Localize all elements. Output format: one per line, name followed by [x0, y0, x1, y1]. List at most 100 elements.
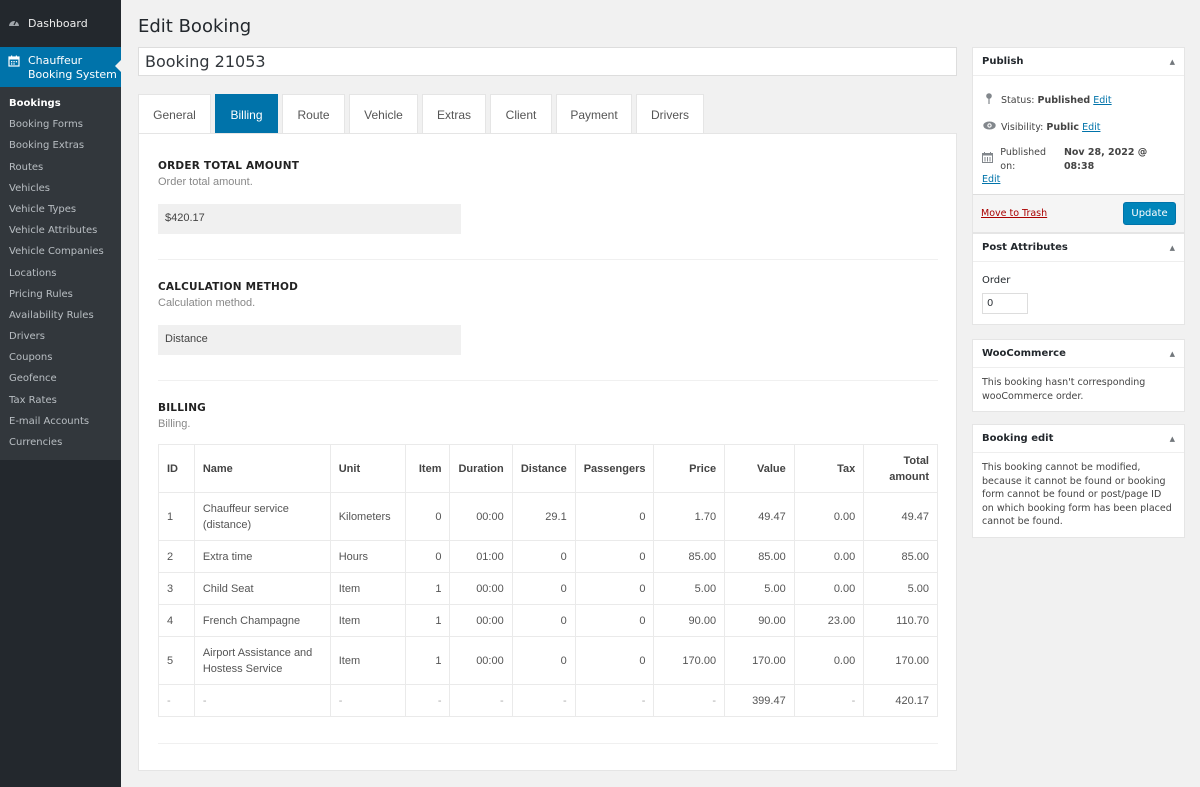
submenu-item-vehicle-attributes[interactable]: Vehicle Attributes [0, 220, 121, 241]
table-row: 1 Chauffeur service (distance) Kilometers 0… [158, 492, 938, 541]
status-value: Published [1037, 95, 1091, 106]
tab-vehicle[interactable]: Vehicle [349, 94, 418, 134]
sidebar-item-chauffeur-booking-system[interactable]: Chauffeur Booking System [0, 47, 121, 87]
cell-name: Chauffeur service (distance) [193, 492, 331, 541]
edit-status-link[interactable]: Edit [1093, 94, 1111, 108]
collapse-toggle-icon[interactable]: ▲ [1170, 244, 1175, 252]
cell-item: 0 [404, 492, 451, 541]
tab-billing[interactable]: Billing [215, 94, 278, 134]
cell-tax: 0.00 [793, 636, 865, 685]
submenu-item-currencies[interactable]: Currencies [0, 432, 121, 453]
cell-duration: 00:00 [449, 604, 513, 637]
order-total-value: $420.17 [158, 204, 461, 234]
status-row: Status: Published Edit [982, 93, 1175, 109]
calendar-icon [8, 55, 20, 67]
col-price: Price [653, 444, 726, 493]
col-passengers: Passengers [574, 444, 655, 493]
summary-cell-passengers: - [574, 684, 655, 717]
plugin-submenu: Bookings Booking Forms Booking Extras Ro… [0, 87, 121, 461]
edit-date-link[interactable]: Edit [982, 174, 1000, 185]
box-header[interactable]: Booking edit ▲ [973, 425, 1184, 453]
cell-id: 1 [158, 492, 195, 541]
move-to-trash-link[interactable]: Move to Trash [981, 208, 1047, 219]
post-title-input[interactable] [138, 47, 957, 76]
submenu-item-booking-forms[interactable]: Booking Forms [0, 114, 121, 135]
cell-distance: 0 [511, 604, 576, 637]
cell-total-amount: 85.00 [863, 540, 938, 573]
cell-name: Airport Assistance and Hostess Service [193, 636, 331, 685]
cell-total-amount: 5.00 [863, 572, 938, 605]
col-distance: Distance [511, 444, 576, 493]
col-id: ID [158, 444, 195, 493]
cell-passengers: 0 [574, 572, 655, 605]
submenu-item-vehicle-companies[interactable]: Vehicle Companies [0, 241, 121, 262]
submenu-item-locations[interactable]: Locations [0, 263, 121, 284]
box-title: Post Attributes [982, 242, 1068, 253]
calculation-method-section: CALCULATION METHOD Calculation method. D… [158, 281, 938, 355]
section-divider [158, 380, 938, 381]
box-header[interactable]: Publish ▲ [973, 48, 1184, 76]
col-item: Item [404, 444, 451, 493]
cell-id: 4 [158, 604, 195, 637]
cell-distance: 0 [511, 636, 576, 685]
eye-icon [982, 121, 996, 135]
edit-visibility-link[interactable]: Edit [1082, 121, 1100, 135]
publish-actions: Move to Trash Update [973, 193, 1184, 232]
col-duration: Duration [449, 444, 513, 493]
tab-route[interactable]: Route [282, 94, 345, 134]
pin-icon [982, 93, 996, 109]
submenu-item-routes[interactable]: Routes [0, 157, 121, 178]
cell-tax: 0.00 [793, 572, 865, 605]
collapse-toggle-icon[interactable]: ▲ [1170, 58, 1175, 66]
submenu-item-tax-rates[interactable]: Tax Rates [0, 390, 121, 411]
tab-extras[interactable]: Extras [422, 94, 486, 134]
submenu-item-pricing-rules[interactable]: Pricing Rules [0, 284, 121, 305]
box-title: Booking edit [982, 433, 1054, 444]
submenu-item-drivers[interactable]: Drivers [0, 326, 121, 347]
booking-tabs: General Billing Route Vehicle Extras Cli… [138, 94, 704, 134]
cell-total-amount: 170.00 [863, 636, 938, 685]
col-tax: Tax [793, 444, 865, 493]
box-header[interactable]: WooCommerce ▲ [973, 340, 1184, 368]
collapse-toggle-icon[interactable]: ▲ [1170, 435, 1175, 443]
cell-value: 90.00 [724, 604, 795, 637]
cell-price: 5.00 [653, 572, 726, 605]
submenu-item-vehicles[interactable]: Vehicles [0, 178, 121, 199]
calendar-icon [982, 151, 995, 168]
cell-price: 1.70 [653, 492, 726, 541]
summary-cell-total-amount: 420.17 [863, 684, 938, 717]
calculation-method-value: Distance [158, 325, 461, 355]
cell-price: 90.00 [653, 604, 726, 637]
section-description: Billing. [158, 418, 191, 430]
submenu-item-availability-rules[interactable]: Availability Rules [0, 305, 121, 326]
cell-id: 2 [158, 540, 195, 573]
post-attributes-body: Order [973, 262, 1184, 324]
submenu-item-vehicle-types[interactable]: Vehicle Types [0, 199, 121, 220]
billing-panel: ORDER TOTAL AMOUNT Order total amount. $… [138, 133, 957, 771]
collapse-toggle-icon[interactable]: ▲ [1170, 350, 1175, 358]
submenu-item-coupons[interactable]: Coupons [0, 347, 121, 368]
section-description: Order total amount. [158, 176, 253, 188]
cell-id: 5 [158, 636, 195, 685]
order-input[interactable] [982, 292, 1028, 314]
tab-drivers[interactable]: Drivers [636, 94, 704, 134]
update-button[interactable]: Update [1123, 201, 1176, 225]
sidebar-item-dashboard[interactable]: Dashboard [0, 12, 121, 34]
woocommerce-message: This booking hasn't corresponding wooCom… [982, 377, 1146, 402]
submenu-item-geofence[interactable]: Geofence [0, 368, 121, 389]
cell-name: Child Seat [193, 572, 331, 605]
cell-passengers: 0 [574, 604, 655, 637]
table-header-row: ID Name Unit Item Duration Distance Pass… [158, 444, 938, 493]
plugin-label-line2: Booking System [28, 68, 117, 81]
order-total-section: ORDER TOTAL AMOUNT Order total amount. $… [158, 160, 938, 234]
col-unit: Unit [329, 444, 406, 493]
tab-general[interactable]: General [138, 94, 211, 134]
tab-client[interactable]: Client [490, 94, 552, 134]
submenu-item-email-accounts[interactable]: E-mail Accounts [0, 411, 121, 432]
submenu-item-bookings[interactable]: Bookings [0, 93, 121, 114]
tab-payment[interactable]: Payment [556, 94, 632, 134]
billing-table: ID Name Unit Item Duration Distance Pass… [158, 444, 938, 717]
summary-cell-unit: - [329, 684, 406, 717]
submenu-item-booking-extras[interactable]: Booking Extras [0, 135, 121, 156]
box-header[interactable]: Post Attributes ▲ [973, 234, 1184, 262]
